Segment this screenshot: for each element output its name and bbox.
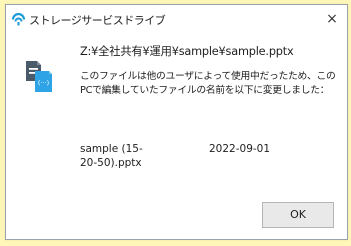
renamed-date: 2022-09-01 [209,143,271,155]
svg-text:(···): (···) [38,79,49,87]
file-conflict-icon: (···) [26,61,52,92]
storage-drive-logo-icon [12,13,25,26]
renamed-filename: sample (15-20-50).pptx [80,143,143,169]
ok-button[interactable]: OK [262,202,334,228]
title-bar: ストレージサービスドライブ × [6,5,347,33]
rename-message: このファイルは他のユーザによって使用中だったため、このPCで編集していたファイル… [80,71,336,96]
storage-drive-dialog: ストレージサービスドライブ × (···) Z:¥全社共有¥運用¥sample¥… [5,4,348,240]
close-button[interactable]: × [320,7,344,31]
window-title: ストレージサービスドライブ [29,14,166,27]
file-path: Z:¥全社共有¥運用¥sample¥sample.pptx [80,45,294,58]
